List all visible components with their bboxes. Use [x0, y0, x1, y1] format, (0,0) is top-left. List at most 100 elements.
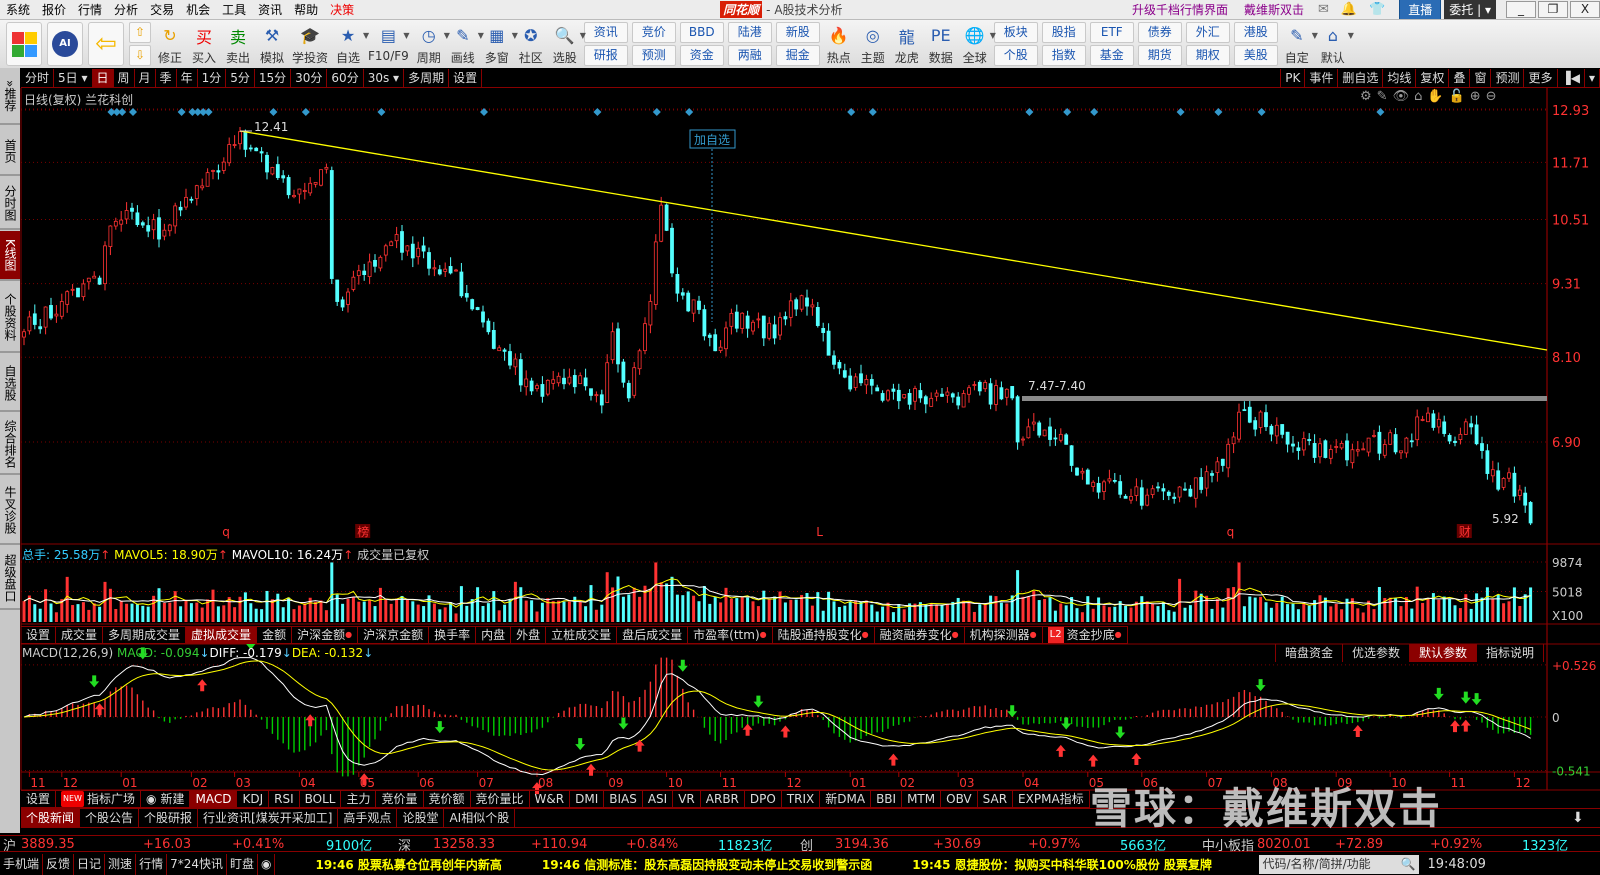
- macd-option-button[interactable]: 默认参数: [1410, 644, 1478, 662]
- volume-tab[interactable]: 机构探测器 ●: [965, 627, 1043, 643]
- volume-tab[interactable]: 沪深京金额: [358, 627, 430, 643]
- news-tab[interactable]: 论股堂: [397, 809, 445, 827]
- macd-option-button[interactable]: 优选参数: [1343, 644, 1411, 662]
- volume-tab[interactable]: 沪深金额 ●: [292, 627, 359, 643]
- basket-icon[interactable]: ⌂: [1414, 89, 1422, 104]
- volume-tab[interactable]: 外盘: [511, 627, 547, 643]
- indicator-tab[interactable]: RSI: [269, 791, 300, 807]
- hand-icon[interactable]: ✋: [1427, 89, 1443, 104]
- volume-tab[interactable]: 盘后成交量: [617, 627, 689, 643]
- status-link[interactable]: 行情: [136, 854, 168, 875]
- indicator-tab[interactable]: 新DMA: [820, 791, 872, 807]
- indicator-tab[interactable]: 竞价量: [376, 791, 424, 807]
- indicator-tab[interactable]: ARBR: [701, 791, 745, 807]
- candle-body: [362, 270, 367, 275]
- news-tab[interactable]: AI相似个股: [444, 809, 516, 827]
- news-tab[interactable]: 个股新闻: [21, 809, 81, 827]
- index-quote[interactable]: 深 13258.33 +110.94 +0.84% 11823亿: [398, 836, 798, 854]
- volume-tab[interactable]: 陆股通持股变化 ●: [773, 627, 875, 643]
- indicator-tab[interactable]: 竞价额: [424, 791, 471, 807]
- sell-signal-arrow-icon: [1460, 691, 1471, 704]
- indicator-tab[interactable]: MTM: [902, 791, 942, 807]
- status-link[interactable]: 反馈: [43, 854, 75, 875]
- zoom-out-icon[interactable]: ⊖: [1486, 89, 1497, 104]
- news-ticker[interactable]: 19:46 股票私募仓位再创年内新高 19:46 信测标准：股东高磊因持股变动未停…: [315, 856, 1255, 873]
- indicator-tab[interactable]: ◉ 新建: [141, 791, 191, 807]
- indicator-tab[interactable]: DMI: [570, 791, 605, 807]
- volume-tab[interactable]: 虚拟成交量: [186, 627, 258, 643]
- candle: [184, 188, 188, 210]
- indicator-tab[interactable]: 设置: [21, 791, 57, 807]
- volume-bar: [962, 600, 966, 622]
- volume-tab[interactable]: L2 资金抄底 ●: [1043, 627, 1128, 643]
- candle: [734, 304, 739, 333]
- volume-tab[interactable]: 融资融券变化 ●: [875, 627, 965, 643]
- indicator-tab[interactable]: W&R: [530, 791, 571, 807]
- macd-option-button[interactable]: 指标说明: [1477, 644, 1545, 662]
- ticker-item[interactable]: 19:46 信测标准：股东高磊因持股变动未停止交易收到警示函: [542, 856, 872, 873]
- news-tab[interactable]: 高手观点: [338, 809, 398, 827]
- candle: [1523, 486, 1528, 513]
- indicator-tab[interactable]: DPO: [745, 791, 782, 807]
- volume-tab[interactable]: 换手率: [429, 627, 477, 643]
- indicator-tab-label: MTM: [907, 792, 936, 806]
- index-name: 深: [398, 839, 412, 854]
- indicator-tab[interactable]: 竞价量比: [471, 791, 530, 807]
- index-quote[interactable]: 中小板指 8020.01 +72.89 +0.92% 1323亿: [1202, 836, 1600, 854]
- candle: [200, 178, 205, 191]
- macd-option-button[interactable]: 暗盘资金: [1276, 644, 1344, 662]
- candle-body: [1345, 440, 1349, 461]
- indicator-tab[interactable]: ASI: [643, 791, 674, 807]
- volume-tab-label: 立桩成交量: [551, 628, 612, 642]
- indicator-tab[interactable]: NEW 指标广场: [56, 791, 141, 807]
- volume-tab[interactable]: 内盘: [476, 627, 512, 643]
- indicator-tab[interactable]: MACD: [190, 791, 238, 807]
- index-quote[interactable]: 创 3194.36 +30.69 +0.97% 5663亿: [800, 836, 1200, 854]
- volume-tab[interactable]: 市盈率(ttm) ●: [688, 627, 773, 643]
- candle-body: [92, 275, 97, 279]
- ticker-item[interactable]: 19:45 恩捷股份：拟购买中科华联100%股份 股票复牌: [912, 856, 1212, 873]
- indicator-tab[interactable]: BBI: [871, 791, 903, 807]
- pen-icon[interactable]: ✎: [1377, 89, 1388, 104]
- volume-bar: [1458, 608, 1462, 622]
- volume-tab[interactable]: 立桩成交量: [546, 627, 618, 643]
- status-link[interactable]: 日记: [74, 854, 106, 875]
- candle-body: [637, 350, 642, 370]
- status-link[interactable]: 盯盘: [227, 854, 258, 875]
- indicator-tab[interactable]: SAR: [978, 791, 1014, 807]
- indicator-tab[interactable]: BOLL: [300, 791, 342, 807]
- candle: [97, 275, 102, 285]
- volume-tab[interactable]: 金额: [257, 627, 293, 643]
- indicator-tab[interactable]: OBV: [941, 791, 978, 807]
- news-tab[interactable]: 行业资讯[煤炭开采加工]: [198, 809, 339, 827]
- volume-bar: [616, 576, 620, 622]
- gear-icon[interactable]: ⚙: [1360, 89, 1372, 104]
- index-quote[interactable]: 沪 3889.35 +16.03 +0.41% 9100亿: [0, 836, 400, 854]
- chart-canvas[interactable]: 12.93 11.71 10.51 9.31 8.10 6.90 9874 5018 X100 +…: [0, 0, 1600, 875]
- robot-icon[interactable]: ◉: [258, 854, 276, 875]
- volume-tab[interactable]: 多周期成交量: [103, 627, 187, 643]
- status-link[interactable]: 手机端: [0, 854, 44, 875]
- lock-icon[interactable]: 🔓: [1449, 89, 1465, 104]
- stock-search-input[interactable]: 代码/名称/简拼/功能 🔍: [1259, 855, 1420, 874]
- indicator-tab[interactable]: KDJ: [237, 791, 270, 807]
- news-tab[interactable]: 个股研报: [139, 809, 199, 827]
- ticker-item[interactable]: 19:46 股票私募仓位再创年内新高: [315, 856, 501, 873]
- volume-tab[interactable]: 设置: [21, 627, 57, 643]
- download-icon[interactable]: ⬇: [1572, 810, 1584, 826]
- indicator-tab[interactable]: EXPMA指标: [1013, 791, 1090, 807]
- candle: [265, 152, 269, 180]
- indicator-tab[interactable]: VR: [673, 791, 701, 807]
- candle-body: [340, 299, 345, 308]
- zoom-in-icon[interactable]: ⊕: [1470, 89, 1481, 104]
- eye-icon[interactable]: 👁: [1393, 89, 1410, 104]
- status-link[interactable]: 7*24快讯: [167, 854, 227, 875]
- status-link[interactable]: 测速: [105, 854, 137, 875]
- indicator-tab[interactable]: BIAS: [604, 791, 643, 807]
- news-tab[interactable]: 个股公告: [80, 809, 140, 827]
- volume-tab[interactable]: 成交量: [56, 627, 104, 643]
- indicator-tab[interactable]: TRIX: [782, 791, 821, 807]
- candle: [157, 208, 161, 248]
- month-label: 11: [30, 776, 45, 790]
- indicator-tab[interactable]: 主力: [341, 791, 377, 807]
